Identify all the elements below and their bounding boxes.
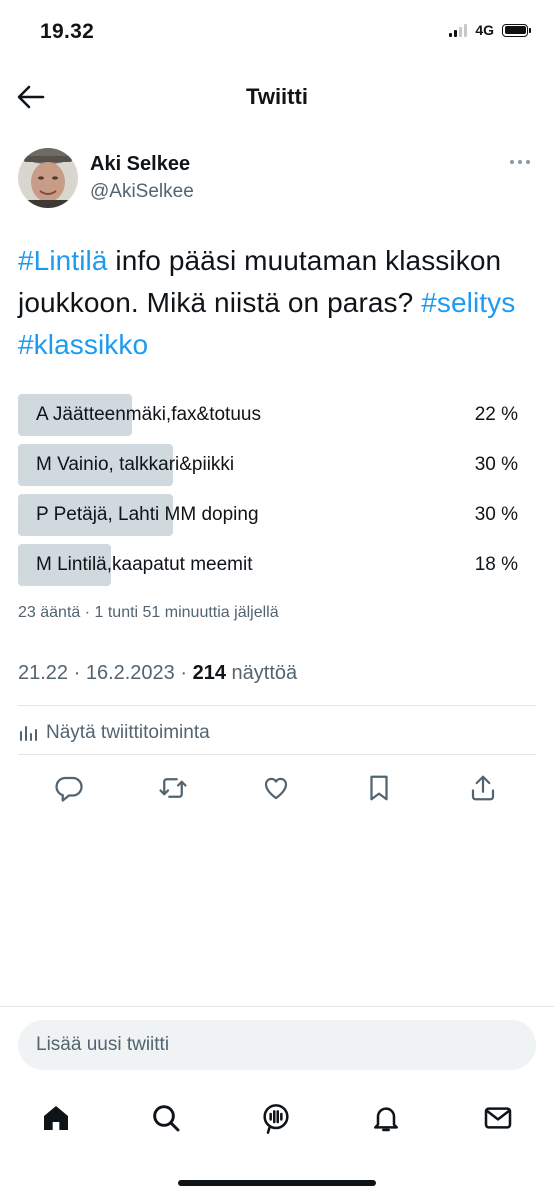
status-indicators: 4G (449, 22, 531, 38)
nav-search[interactable] (148, 1100, 184, 1136)
home-indicator (178, 1180, 376, 1186)
author-name[interactable]: Aki Selkee (90, 153, 190, 176)
poll-option: P Petäjä, Lahti MM doping 30 % (18, 494, 536, 536)
reply-button[interactable] (52, 771, 86, 805)
poll-option-percent: 22 % (474, 404, 518, 425)
analytics-icon (20, 726, 37, 741)
notifications-icon (374, 1107, 398, 1132)
poll-option-percent: 30 % (474, 454, 518, 475)
compose-reply-input[interactable]: Lisää uusi twiitti (18, 1020, 536, 1070)
nav-home[interactable] (38, 1100, 74, 1136)
search-icon (153, 1105, 180, 1132)
poll-option-label: P Petäjä, Lahti MM doping (36, 504, 259, 525)
page-title: Twiitti (246, 84, 308, 109)
hashtag-link[interactable]: #klassikko (18, 329, 148, 360)
author-handle[interactable]: @AkiSelkee (90, 181, 194, 203)
nav-messages[interactable] (480, 1100, 516, 1136)
poll-option-label: M Vainio, talkkari&piikki (36, 454, 235, 475)
timestamp-time[interactable]: 21.22 · 16.2.2023 · (18, 662, 193, 684)
poll-option-percent: 18 % (474, 554, 518, 575)
status-time: 19.32 (40, 20, 95, 43)
poll-option: M Lintilä,kaapatut meemit 18 % (18, 544, 536, 586)
compose-placeholder: Lisää uusi twiitti (36, 1034, 170, 1055)
retweet-button[interactable] (156, 771, 190, 805)
like-icon (264, 777, 288, 800)
tweet-text: #Lintilä info pääsi muutaman klassikon j… (18, 240, 528, 366)
poll-meta: 23 ääntä · 1 tunti 51 minuuttia jäljellä (18, 604, 279, 621)
avatar-photo (18, 148, 78, 208)
bookmark-button[interactable] (362, 771, 396, 805)
reply-icon (55, 776, 83, 802)
messages-icon (484, 1107, 512, 1129)
like-button[interactable] (259, 771, 293, 805)
home-icon (44, 1106, 68, 1130)
signal-icon (449, 23, 468, 37)
bookmark-icon (370, 775, 388, 801)
battery-icon (502, 23, 531, 37)
views-label: näyttöä (225, 662, 298, 684)
poll-option-label: M Lintilä,kaapatut meemit (36, 554, 253, 575)
divider (18, 705, 536, 706)
back-button[interactable] (16, 84, 46, 110)
divider (0, 1006, 554, 1007)
retweet-icon (159, 778, 187, 798)
view-tweet-activity-button[interactable]: Näytä twiittitoiminta (18, 722, 210, 744)
avatar[interactable] (18, 148, 78, 208)
poll-option: A Jäätteenmäki,fax&totuus 22 % (18, 394, 536, 436)
hashtag-link[interactable]: #Lintilä (18, 245, 108, 276)
poll-option: M Vainio, talkkari&piikki 30 % (18, 444, 536, 486)
share-button[interactable] (466, 771, 500, 805)
more-options-icon[interactable] (510, 160, 530, 164)
poll-option-label: A Jäätteenmäki,fax&totuus (36, 404, 261, 425)
back-arrow-icon (17, 85, 45, 109)
views-count: 214 (192, 662, 226, 684)
divider (18, 754, 536, 755)
share-icon (471, 775, 495, 801)
nav-notifications[interactable] (368, 1100, 404, 1136)
tweet-timestamp: 21.22 · 16.2.2023 · 214 näyttöä (18, 662, 297, 685)
spaces-icon (263, 1104, 289, 1134)
hashtag-link[interactable]: #selitys (421, 287, 515, 318)
network-type: 4G (475, 22, 494, 38)
nav-spaces[interactable] (258, 1100, 294, 1136)
poll-option-percent: 30 % (474, 504, 518, 525)
activity-label: Näytä twiittitoiminta (46, 722, 210, 743)
